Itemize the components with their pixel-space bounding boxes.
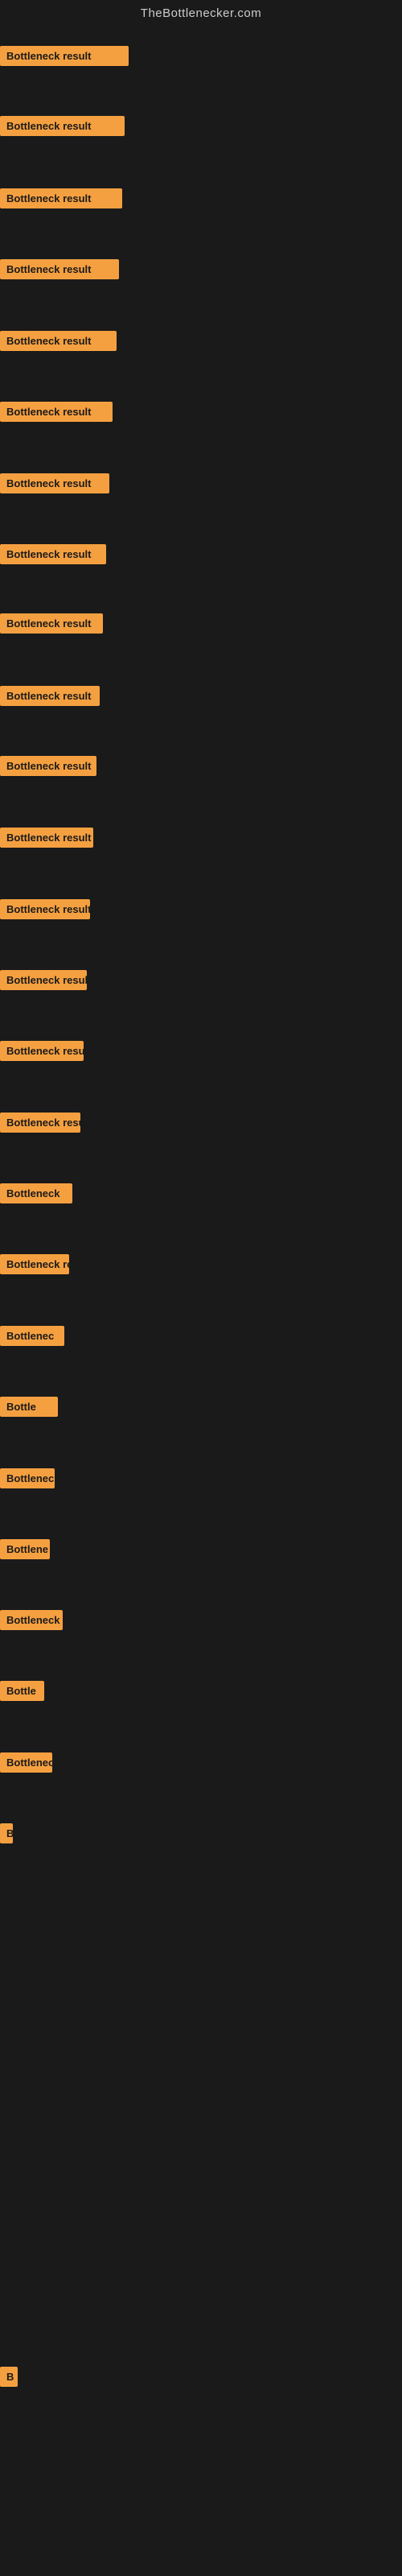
site-header: TheBottlenecker.com — [0, 0, 402, 23]
bottleneck-result-item: Bottleneck result — [0, 473, 109, 493]
bottleneck-result-item: Bottleneck result — [0, 188, 122, 208]
bottleneck-result-item: Bottleneck result — [0, 899, 90, 919]
site-title: TheBottlenecker.com — [141, 6, 261, 20]
bottleneck-result-item: Bottleneck result — [0, 828, 93, 848]
bottleneck-result-item: Bottleneck resu — [0, 1113, 80, 1133]
bottleneck-result-item: B — [0, 1823, 13, 1843]
bottleneck-result-item: Bottleneck result — [0, 970, 87, 990]
bottleneck-result-item: Bottleneck result — [0, 116, 125, 136]
bottleneck-result-item: Bottleneck result — [0, 402, 113, 422]
bottleneck-result-item: Bottleneck result — [0, 1041, 84, 1061]
bottleneck-result-item: Bottleneck — [0, 1183, 72, 1203]
bottleneck-result-item: Bottleneck result — [0, 613, 103, 634]
bottleneck-result-item: Bottleneck result — [0, 46, 129, 66]
bottleneck-result-item: Bottleneck result — [0, 686, 100, 706]
bottleneck-result-item: Bottlene — [0, 1539, 50, 1559]
bottleneck-result-item: Bottleneck result — [0, 756, 96, 776]
bottleneck-result-item: Bottleneck res — [0, 1254, 69, 1274]
bottleneck-result-item: Bottleneck result — [0, 259, 119, 279]
bottleneck-result-item: Bottle — [0, 1681, 44, 1701]
bottleneck-result-item: B — [0, 2367, 18, 2387]
bottleneck-result-item: Bottleneck r — [0, 1610, 63, 1630]
bottleneck-result-item: Bottleneck result — [0, 544, 106, 564]
bottleneck-result-item: Bottlenec — [0, 1468, 55, 1488]
bottleneck-result-item: Bottle — [0, 1397, 58, 1417]
bottleneck-result-item: Bottlenec — [0, 1752, 52, 1773]
bottleneck-result-item: Bottlenec — [0, 1326, 64, 1346]
bottleneck-result-item: Bottleneck result — [0, 331, 117, 351]
